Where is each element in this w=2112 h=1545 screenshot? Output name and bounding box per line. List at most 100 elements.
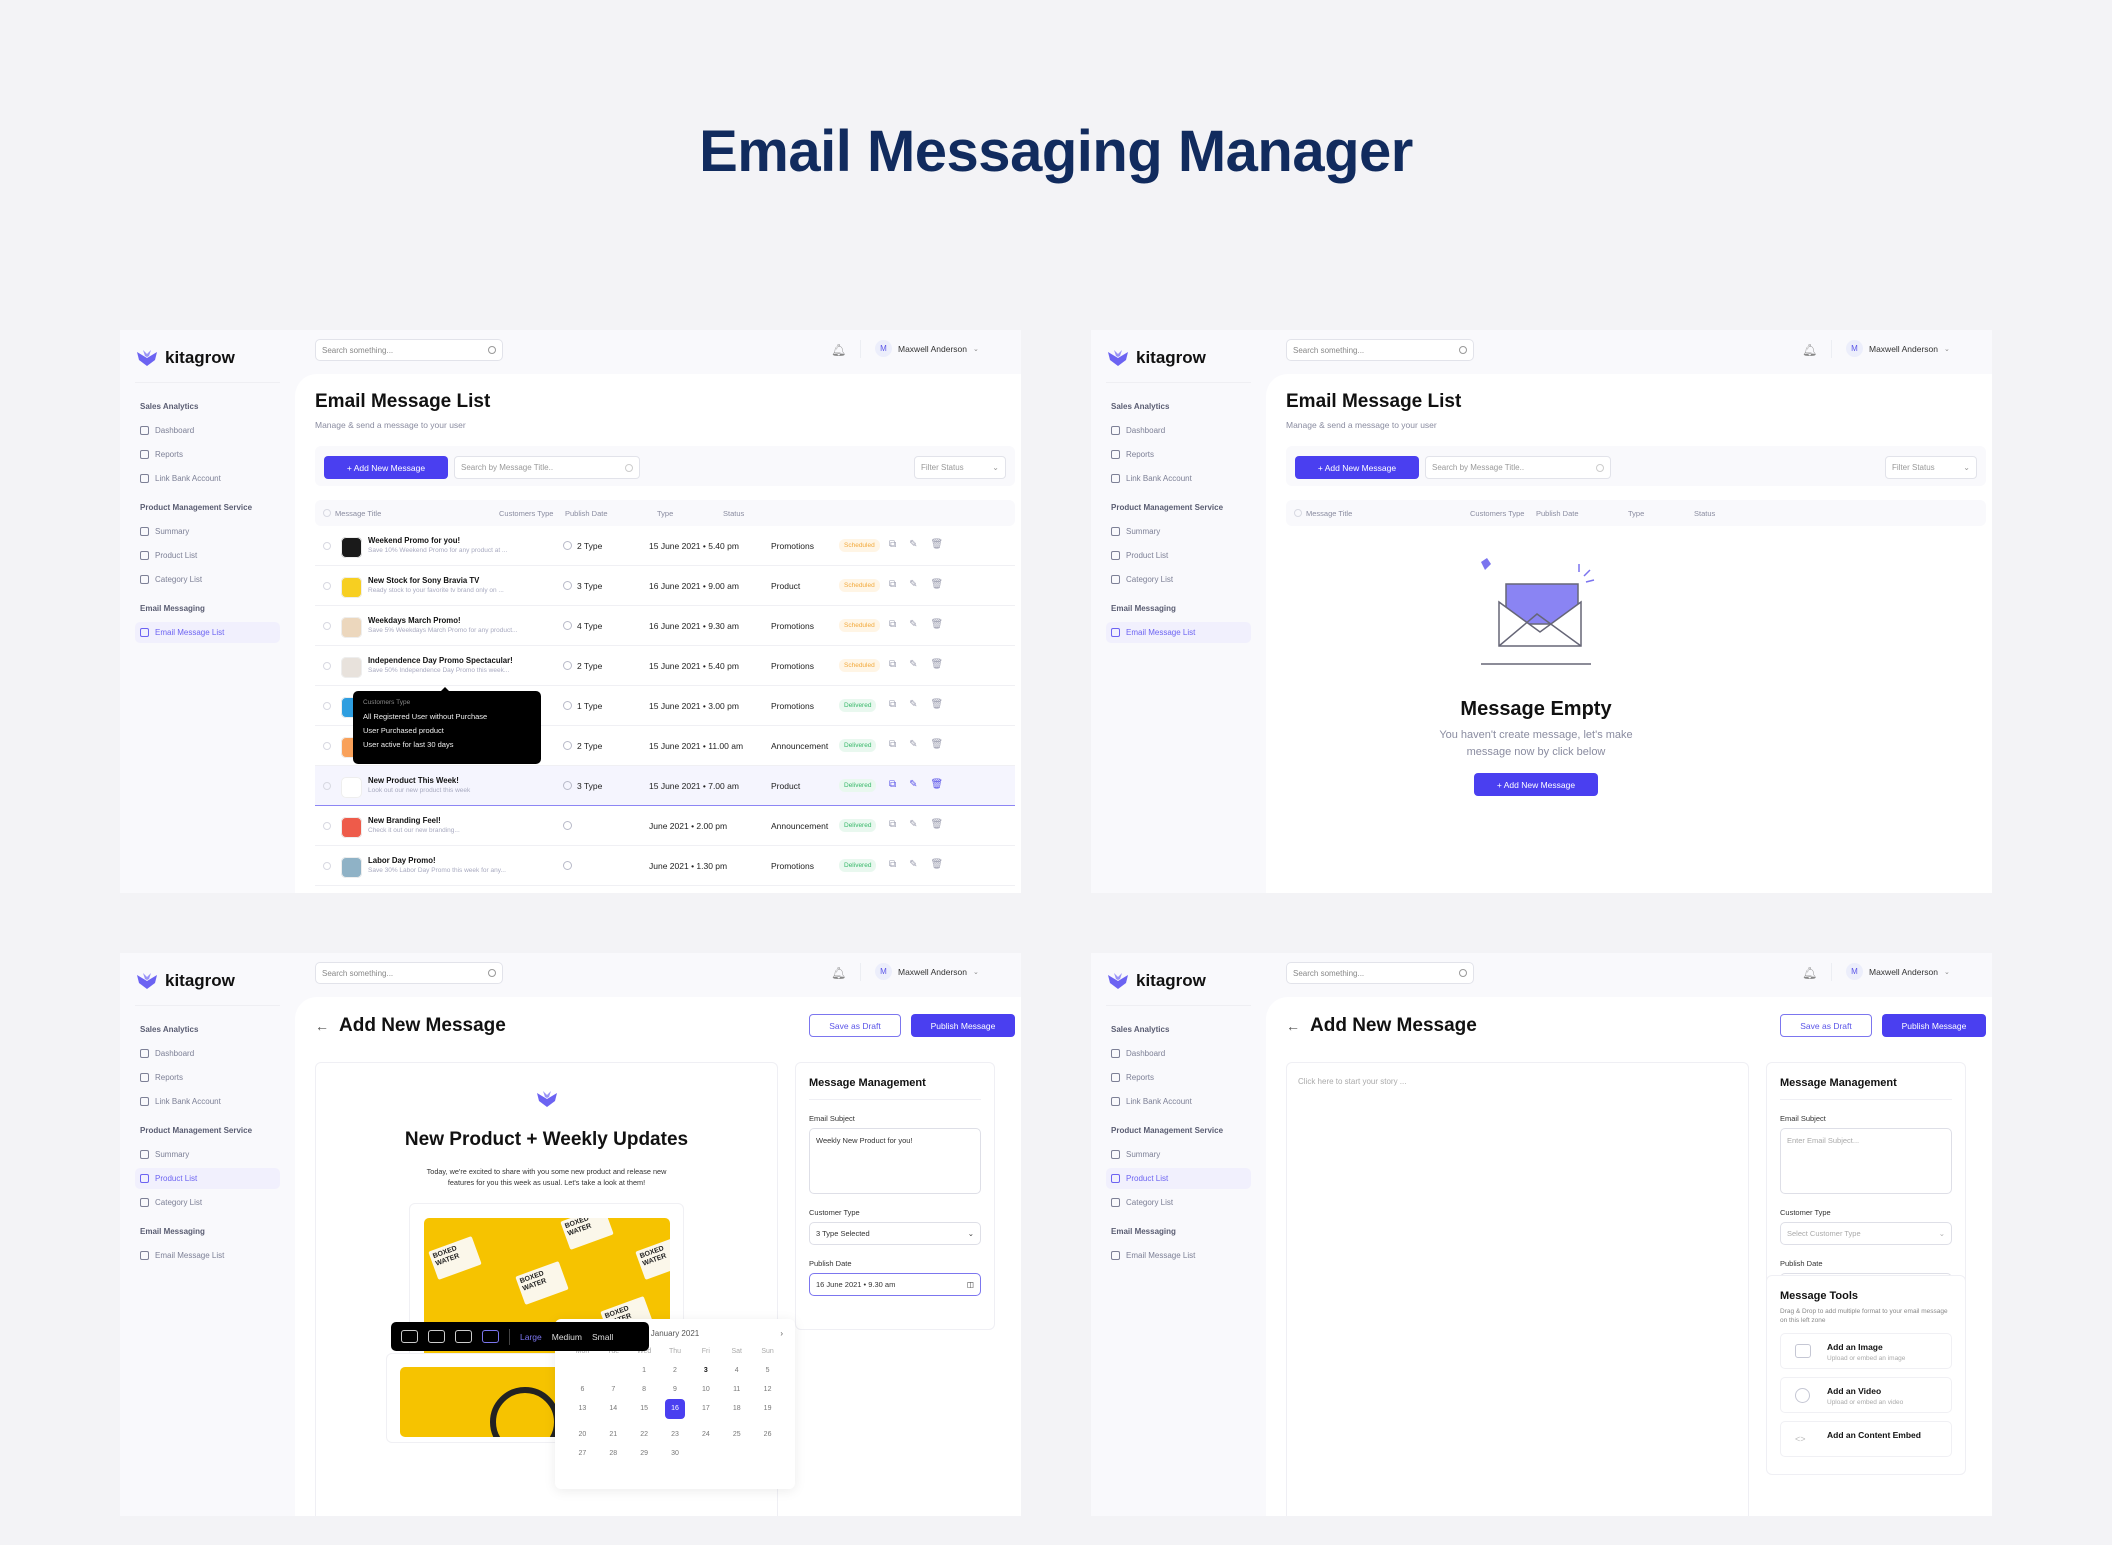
calendar-day[interactable]: 7: [598, 1386, 629, 1393]
column-customers-type[interactable]: Customers Type: [1470, 509, 1524, 518]
delete-icon[interactable]: 🗑︎: [931, 659, 944, 670]
row-checkbox[interactable]: [323, 782, 331, 790]
sidebar-item-summary[interactable]: Summary: [135, 521, 280, 542]
calendar-day[interactable]: 16: [664, 1399, 685, 1419]
info-icon[interactable]: [563, 621, 572, 630]
user-menu[interactable]: M Maxwell Anderson ⌄: [1846, 340, 1950, 357]
layout-left-text-icon[interactable]: [428, 1330, 445, 1343]
calendar-day[interactable]: 27: [567, 1450, 598, 1457]
message-search-input[interactable]: Search by Message Title..: [1425, 456, 1611, 479]
notification-bell-icon[interactable]: 🔔︎: [1802, 966, 1817, 980]
edit-icon[interactable]: ✎: [909, 619, 917, 630]
info-icon[interactable]: [563, 741, 572, 750]
calendar-day[interactable]: 4: [721, 1367, 752, 1374]
edit-icon[interactable]: ✎: [909, 779, 917, 790]
calendar-day[interactable]: 24: [690, 1431, 721, 1438]
sidebar-item-reports[interactable]: Reports: [135, 444, 280, 465]
column-status[interactable]: Status: [723, 509, 744, 518]
sidebar-item-category-list[interactable]: Category List: [135, 1192, 280, 1213]
notification-bell-icon[interactable]: 🔔︎: [831, 343, 846, 357]
table-row[interactable]: Weekdays March Promo! Save 5% Weekdays M…: [315, 606, 1015, 646]
delete-icon[interactable]: 🗑︎: [931, 859, 944, 870]
duplicate-icon[interactable]: ⧉: [889, 619, 896, 630]
column-publish-date[interactable]: Publish Date: [565, 509, 608, 518]
message-title[interactable]: New Product This Week!: [368, 776, 518, 785]
brand-logo[interactable]: kitagrow: [135, 348, 235, 368]
duplicate-icon[interactable]: ⧉: [889, 859, 896, 870]
row-checkbox[interactable]: [323, 822, 331, 830]
row-checkbox[interactable]: [323, 582, 331, 590]
delete-icon[interactable]: 🗑︎: [931, 699, 944, 710]
row-checkbox[interactable]: [323, 702, 331, 710]
back-arrow-icon[interactable]: ←: [1286, 1018, 1300, 1034]
brand-logo[interactable]: kitagrow: [1106, 348, 1206, 368]
delete-icon[interactable]: 🗑︎: [931, 539, 944, 550]
delete-icon[interactable]: 🗑︎: [931, 619, 944, 630]
layout-bottom-icon[interactable]: [482, 1330, 499, 1343]
calendar-day[interactable]: 17: [690, 1405, 721, 1419]
next-month-button[interactable]: ›: [780, 1329, 783, 1338]
edit-icon[interactable]: ✎: [909, 819, 917, 830]
sidebar-item-email-message-list[interactable]: Email Message List: [1106, 1245, 1251, 1266]
tool-add-image[interactable]: Add an Image Upload or embed an image: [1780, 1333, 1952, 1369]
edit-icon[interactable]: ✎: [909, 659, 917, 670]
delete-icon[interactable]: 🗑︎: [931, 779, 944, 790]
sidebar-item-dashboard[interactable]: Dashboard: [135, 420, 280, 441]
sidebar-item-reports[interactable]: Reports: [1106, 1067, 1251, 1088]
publish-message-button[interactable]: Publish Message: [911, 1014, 1015, 1037]
table-row[interactable]: New Product This Week! Look out our new …: [315, 766, 1015, 806]
sidebar-item-summary[interactable]: Summary: [135, 1144, 280, 1165]
global-search-input[interactable]: Search something...: [1286, 962, 1474, 984]
sidebar-item-reports[interactable]: Reports: [135, 1067, 280, 1088]
table-row[interactable]: Labor Day Promo! Save 30% Labor Day Prom…: [315, 846, 1015, 886]
brand-logo[interactable]: kitagrow: [135, 971, 235, 991]
calendar-day[interactable]: 18: [721, 1405, 752, 1419]
sidebar-item-dashboard[interactable]: Dashboard: [135, 1043, 280, 1064]
sidebar-item-dashboard[interactable]: Dashboard: [1106, 420, 1251, 441]
row-checkbox[interactable]: [323, 662, 331, 670]
sidebar-item-summary[interactable]: Summary: [1106, 1144, 1251, 1165]
calendar-day[interactable]: 13: [567, 1405, 598, 1419]
preview-title[interactable]: New Product + Weekly Updates: [316, 1129, 777, 1151]
column-customers-type[interactable]: Customers Type: [499, 509, 553, 518]
calendar-day[interactable]: 26: [752, 1431, 783, 1438]
sidebar-item-link-bank-account[interactable]: Link Bank Account: [135, 1091, 280, 1112]
edit-icon[interactable]: ✎: [909, 699, 917, 710]
calendar-day[interactable]: 14: [598, 1405, 629, 1419]
sidebar-item-product-list[interactable]: Product List: [135, 545, 280, 566]
table-row[interactable]: Weekend Promo for you! Save 10% Weekend …: [315, 526, 1015, 566]
customer-type-select[interactable]: 3 Type Selected ⌄: [809, 1222, 981, 1245]
sidebar-item-link-bank-account[interactable]: Link Bank Account: [1106, 468, 1251, 489]
calendar-day[interactable]: 5: [752, 1367, 783, 1374]
email-subject-input[interactable]: Weekly New Product for you!: [809, 1128, 981, 1194]
global-search-input[interactable]: Search something...: [315, 339, 503, 361]
column-message-title[interactable]: Message Title: [335, 509, 381, 518]
column-type[interactable]: Type: [1628, 509, 1644, 518]
calendar-day[interactable]: 30: [660, 1450, 691, 1457]
story-placeholder[interactable]: Click here to start your story ...: [1287, 1063, 1748, 1100]
email-subject-input[interactable]: Enter Email Subject...: [1780, 1128, 1952, 1194]
duplicate-icon[interactable]: ⧉: [889, 819, 896, 830]
info-icon[interactable]: [563, 541, 572, 550]
calendar-day[interactable]: 11: [721, 1386, 752, 1393]
calendar-day[interactable]: 15: [629, 1405, 660, 1419]
calendar-day[interactable]: 2: [660, 1367, 691, 1374]
select-all-checkbox[interactable]: [323, 509, 331, 517]
tool-add-embed[interactable]: <> Add an Content Embed: [1780, 1421, 1952, 1457]
customer-type-select[interactable]: Select Customer Type ⌄: [1780, 1222, 1952, 1245]
preview-desc[interactable]: Today, we're excited to share with you s…: [427, 1167, 667, 1176]
table-row[interactable]: Independence Day Promo Spectacular! Save…: [315, 646, 1015, 686]
sidebar-item-product-list[interactable]: Product List: [135, 1168, 280, 1189]
duplicate-icon[interactable]: ⧉: [889, 579, 896, 590]
sidebar-item-link-bank-account[interactable]: Link Bank Account: [135, 468, 280, 489]
add-new-message-button[interactable]: + Add New Message: [1295, 456, 1419, 479]
global-search-input[interactable]: Search something...: [315, 962, 503, 984]
back-arrow-icon[interactable]: ←: [315, 1018, 329, 1034]
column-type[interactable]: Type: [657, 509, 673, 518]
calendar-day[interactable]: 10: [690, 1386, 721, 1393]
message-title[interactable]: Labor Day Promo!: [368, 856, 518, 865]
delete-icon[interactable]: 🗑︎: [931, 819, 944, 830]
message-search-input[interactable]: Search by Message Title..: [454, 456, 640, 479]
row-checkbox[interactable]: [323, 862, 331, 870]
save-as-draft-button[interactable]: Save as Draft: [809, 1014, 901, 1037]
